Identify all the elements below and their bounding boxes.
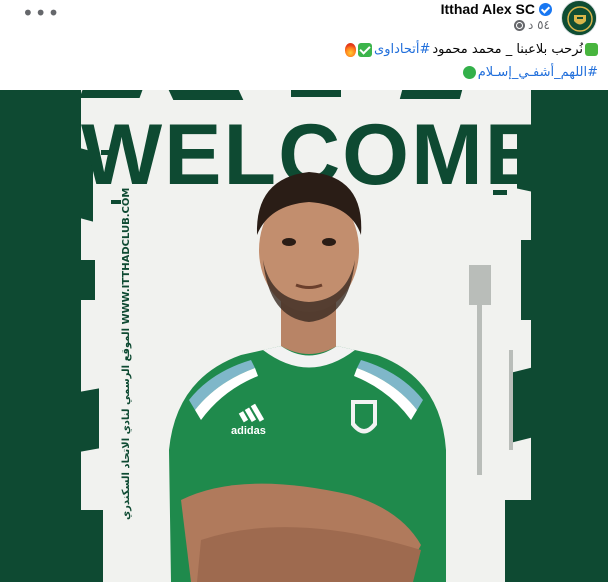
post-text-line-2: #اللهم_أشفـي_إسـلام	[462, 65, 598, 80]
check-emoji	[358, 42, 373, 57]
club-website-text: الموقع الرسمي لنادي الاتحاد السكندري WWW…	[121, 187, 132, 520]
page-name-link[interactable]: Itthad Alex SC	[441, 1, 552, 17]
green-square-emoji	[585, 43, 598, 56]
post-image[interactable]: WELCOME الموقع الرسمي لنادي الاتحاد السك…	[0, 90, 608, 582]
paper-shard	[81, 510, 103, 582]
paper-shard	[81, 388, 99, 452]
paper-shard	[291, 90, 341, 97]
page-avatar[interactable]	[561, 0, 597, 36]
welcome-poster: WELCOME الموقع الرسمي لنادي الاتحاد السك…	[81, 90, 531, 582]
floodlight-pole	[477, 305, 482, 475]
floodlight-pole	[509, 350, 513, 450]
jersey-brand-text: adidas	[231, 425, 266, 437]
post-header: ••• Itthad Alex SC ٥٤ د نُرحب بلاعبنا _ …	[0, 0, 608, 90]
hashtag-link[interactable]: #أتحاداوى	[374, 42, 430, 57]
paper-shard	[505, 500, 531, 582]
hashtag-link[interactable]: #اللهم_أشفـي_إسـلام	[478, 65, 598, 80]
verified-icon	[539, 2, 552, 16]
floodlight-tower	[469, 265, 491, 305]
post-text-line-1: نُرحب بلاعبنا _ محمد محمود #أتحاداوى	[345, 42, 598, 57]
post-meta: ٥٤ د	[513, 18, 550, 32]
globe-icon	[513, 19, 525, 31]
club-logo-icon	[563, 2, 596, 35]
paper-shard	[168, 90, 244, 100]
player-photo	[169, 172, 446, 582]
post-time[interactable]: ٥٤ د	[528, 18, 550, 32]
fire-emoji	[345, 42, 357, 57]
more-options-icon[interactable]: •••	[22, 3, 59, 24]
paper-shard	[521, 240, 531, 320]
page-name[interactable]: Itthad Alex SC	[441, 1, 535, 17]
paper-shard	[399, 90, 463, 99]
post-text: نُرحب بلاعبنا _ محمد محمود	[432, 42, 583, 57]
paper-shard	[81, 90, 143, 98]
green-circle-emoji	[462, 66, 476, 79]
paper-shard	[513, 367, 531, 443]
paper-shard	[81, 260, 95, 300]
